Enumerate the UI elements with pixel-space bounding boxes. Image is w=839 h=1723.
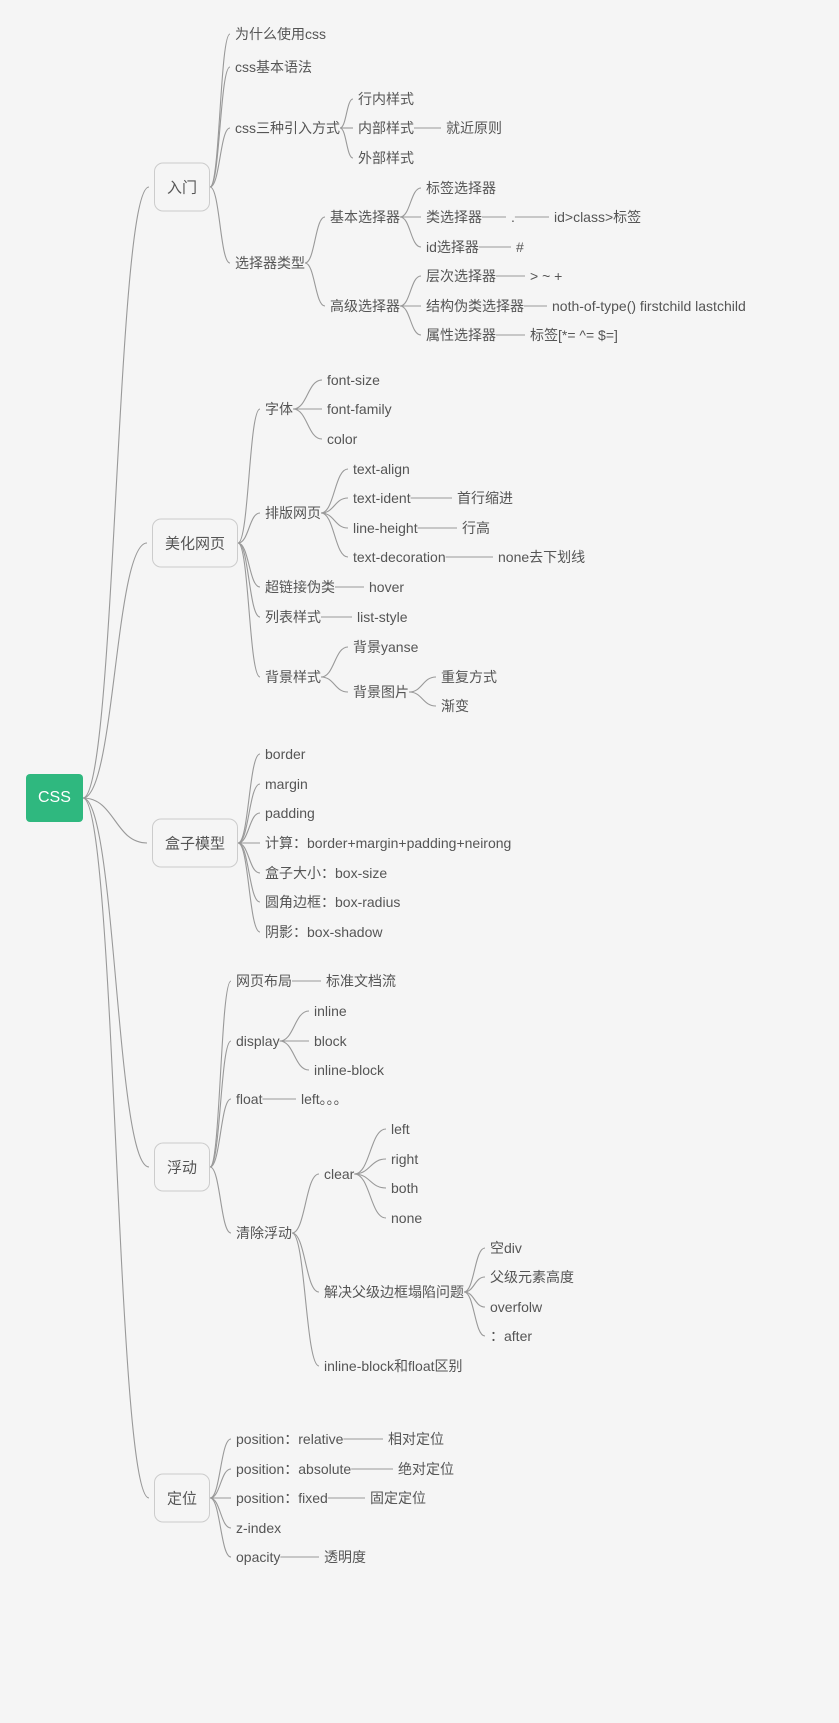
fl-d1: clear <box>324 1166 354 1182</box>
intro-d2c: 属性选择器 <box>426 325 496 345</box>
b-linkn: hover <box>369 579 404 595</box>
b-t3: line-height <box>353 520 418 536</box>
intro-d1b-n1: . <box>511 209 515 225</box>
p-a: position：relative <box>236 1429 343 1449</box>
l1-intro: 入门 <box>154 163 210 212</box>
fl-d2b: 父级元素高度 <box>490 1267 574 1287</box>
fl-d1d: none <box>391 1210 422 1226</box>
fl-d2a: 空div <box>490 1238 522 1258</box>
fl-d2d: ：after <box>490 1326 532 1346</box>
fl-b2: block <box>314 1033 347 1049</box>
fl-d1c: both <box>391 1180 418 1196</box>
box-3: padding <box>265 805 315 821</box>
box-5: 盒子大小：box-size <box>265 863 387 883</box>
p-e: opacity <box>236 1549 280 1565</box>
intro-d1c-n: # <box>516 239 524 255</box>
intro-d2b: 结构伪类选择器 <box>426 296 524 316</box>
intro-d1: 基本选择器 <box>330 207 400 227</box>
l1-box: 盒子模型 <box>152 819 238 868</box>
fl-c: float <box>236 1091 262 1107</box>
fl-b1: inline <box>314 1003 347 1019</box>
intro-d2: 高级选择器 <box>330 296 400 316</box>
b-t1: text-align <box>353 461 410 477</box>
box-4: 计算：border+margin+padding+neirong <box>265 833 511 853</box>
b-bg2a: 重复方式 <box>441 667 497 687</box>
fl-a: 网页布局 <box>236 971 292 991</box>
b-f1: font-size <box>327 372 380 388</box>
fl-d1b: right <box>391 1151 418 1167</box>
intro-d: 选择器类型 <box>235 253 305 273</box>
intro-c2n: 就近原则 <box>446 118 502 138</box>
fl-d1a: left <box>391 1121 410 1137</box>
intro-d1b-n2: id>class>标签 <box>554 207 641 227</box>
b-bg2: 背景图片 <box>353 682 409 702</box>
b-list: 列表样式 <box>265 607 321 627</box>
fl-cn: left。。。 <box>301 1089 348 1109</box>
box-7: 阴影：box-shadow <box>265 922 383 942</box>
b-t4: text-decoration <box>353 549 446 565</box>
root-node: CSS <box>26 774 83 822</box>
b-f2: font-family <box>327 401 392 417</box>
intro-d2a-n: > ~ + <box>530 268 562 284</box>
intro-c1: 行内样式 <box>358 89 414 109</box>
b-t3n: 行高 <box>462 518 490 538</box>
b-font: 字体 <box>265 399 293 419</box>
p-b: position：absolute <box>236 1459 351 1479</box>
fl-b: display <box>236 1033 280 1049</box>
intro-a: 为什么使用css <box>235 24 326 44</box>
b-listn: list-style <box>357 609 408 625</box>
fl-d2: 解决父级边框塌陷问题 <box>324 1282 464 1302</box>
b-bg1: 背景yanse <box>353 637 418 657</box>
intro-d1c: id选择器 <box>426 237 479 257</box>
box-2: margin <box>265 776 308 792</box>
intro-d1b: 类选择器 <box>426 207 482 227</box>
p-bn: 绝对定位 <box>398 1459 454 1479</box>
fl-d3: inline-block和float区别 <box>324 1356 463 1376</box>
fl-b3: inline-block <box>314 1062 384 1078</box>
fl-an: 标准文档流 <box>326 971 396 991</box>
l1-float: 浮动 <box>154 1143 210 1192</box>
b-link: 超链接伪类 <box>265 577 335 597</box>
intro-c3: 外部样式 <box>358 148 414 168</box>
l1-pos: 定位 <box>154 1474 210 1523</box>
intro-d2c-n: 标签[*= ^= $=] <box>530 325 618 345</box>
b-bg: 背景样式 <box>265 667 321 687</box>
p-en: 透明度 <box>324 1547 366 1567</box>
intro-c: css三种引入方式 <box>235 118 340 138</box>
intro-d2b-n: noth-of-type() firstchild lastchild <box>552 298 746 314</box>
b-f3: color <box>327 431 357 447</box>
l1-beauty: 美化网页 <box>152 519 238 568</box>
mindmap-canvas: CSS 入门 美化网页 盒子模型 浮动 定位 为什么使用css css基本语法 … <box>0 0 839 1723</box>
box-1: border <box>265 746 305 762</box>
intro-d1a: 标签选择器 <box>426 178 496 198</box>
p-cn: 固定定位 <box>370 1488 426 1508</box>
b-t2: text-ident <box>353 490 411 506</box>
p-c: position：fixed <box>236 1488 328 1508</box>
p-an: 相对定位 <box>388 1429 444 1449</box>
b-typeset: 排版网页 <box>265 503 321 523</box>
fl-d: 清除浮动 <box>236 1223 292 1243</box>
b-t2n: 首行缩进 <box>457 488 513 508</box>
fl-d2c: overfolw <box>490 1299 542 1315</box>
intro-c2: 内部样式 <box>358 118 414 138</box>
box-6: 圆角边框：box-radius <box>265 892 400 912</box>
b-bg2b: 渐变 <box>441 696 469 716</box>
b-t4n: none去下划线 <box>498 547 585 567</box>
p-d: z-index <box>236 1520 281 1536</box>
intro-d2a: 层次选择器 <box>426 266 496 286</box>
intro-b: css基本语法 <box>235 57 312 77</box>
